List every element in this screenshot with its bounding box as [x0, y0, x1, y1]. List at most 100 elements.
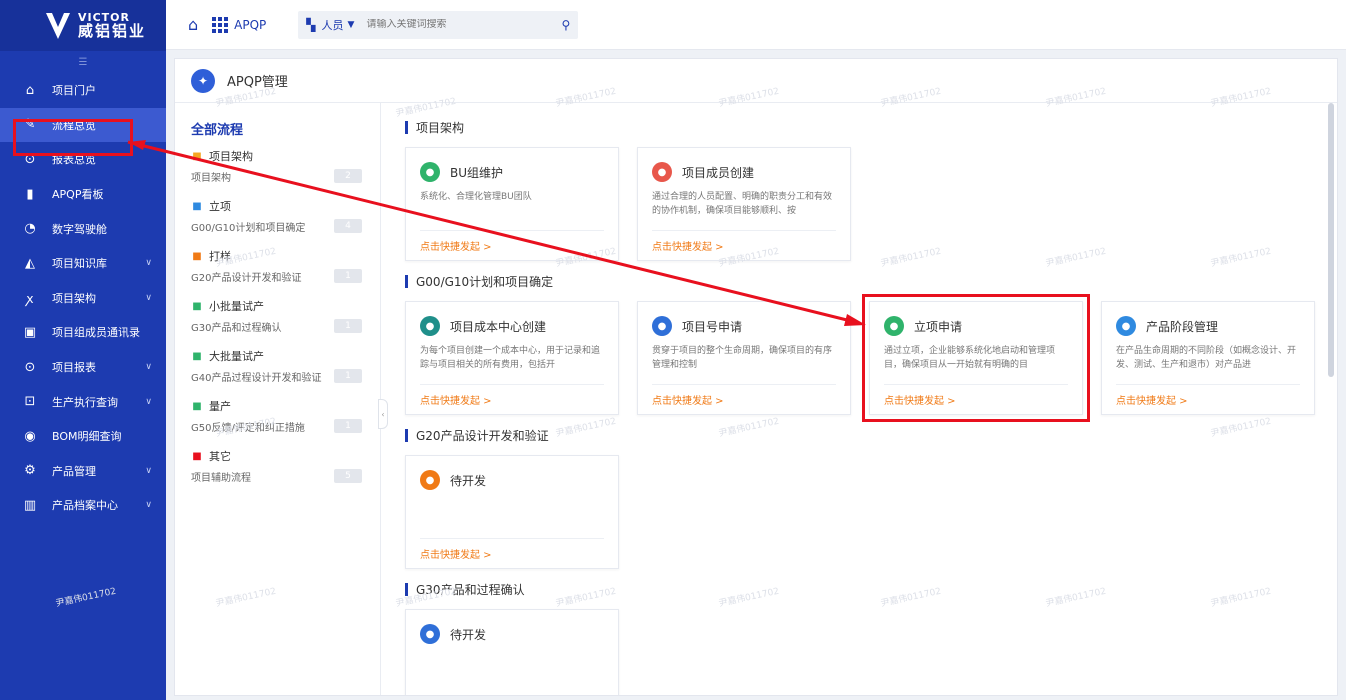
flow-category[interactable]: ■ 项目架构 项目架构 2 [191, 146, 380, 186]
flow-card[interactable]: ● 产品阶段管理 在产品生命周期的不同阶段（如概念设计、开发、测试、生产和退市）对产… [1101, 301, 1315, 415]
sidebar-item-label: 项目门户 [52, 84, 96, 98]
flow-card[interactable]: ● 项目成员创建 通过合理的人员配置、明确的职责分工和有效的协作机制，确保项目能够顺… [637, 147, 851, 261]
sidebar-item-8[interactable]: ⊙ 项目报表 ∨ [0, 350, 166, 385]
sidebar-item-1[interactable]: ✎ 流程总览 [0, 107, 166, 143]
flow-card[interactable]: ● 项目号申请 贯穿于项目的整个生命周期，确保项目的有序管理和控制 点击快捷发起 > [637, 301, 851, 415]
category-count-badge: 4 [334, 219, 362, 233]
category-stage: G40产品过程设计开发和验证 [191, 372, 322, 384]
sidebar-item-5[interactable]: ◭ 项目知识库 ∨ [0, 246, 166, 281]
flow-card[interactable]: ● 待开发 点击快捷发起 > [405, 455, 619, 569]
sidebar-item-0[interactable]: ⌂ 项目门户 [0, 73, 166, 108]
flow-section: G20产品设计开发和验证 ● 待开发 点击快捷发起 > [405, 425, 1327, 569]
sidebar-item-label: 产品管理 [52, 464, 96, 478]
sidebar-collapse-icon[interactable]: ☰ [0, 51, 166, 73]
archive-icon: ▥ [23, 497, 37, 513]
flow-card[interactable]: ● 立项申请 通过立项，企业能够系统化地启动和管理项目，确保项目从一开始就有明确的目… [862, 294, 1090, 422]
all-flows-link[interactable]: 全部流程 [191, 119, 380, 138]
flow-card[interactable]: ● 项目成本中心创建 为每个项目创建一个成本中心，用于记录和追踪与项目相关的所有费用… [405, 301, 619, 415]
section-title: 项目架构 [405, 117, 1327, 137]
bar-chart-icon: ▮ [26, 186, 34, 202]
quick-start-link[interactable]: 点击快捷发起 > [652, 384, 836, 414]
production-check-icon: ■ [192, 400, 202, 412]
sidebar-item-label: 生产执行查询 [52, 395, 118, 409]
flow-category[interactable]: ■ 打样 G20产品设计开发和验证 1 [191, 246, 380, 286]
content-scrollbar[interactable] [1328, 103, 1334, 377]
sidebar-item-11[interactable]: ⚙ 产品管理 ∨ [0, 454, 166, 489]
flow-category[interactable]: ■ 立项 G00/G10计划和项目确定 4 [191, 196, 380, 236]
flow-category[interactable]: ■ 小批量试产 G30产品和过程确认 1 [191, 296, 380, 336]
chevron-down-icon[interactable]: ▼ [348, 20, 355, 30]
page-title: APQP管理 [227, 75, 288, 90]
sidebar-item-3[interactable]: ▮ APQP看板 [0, 177, 166, 212]
chevron-down-icon[interactable]: ∨ [145, 293, 152, 303]
search-icon[interactable]: ⚲ [562, 18, 571, 32]
category-name: 打样 [209, 250, 231, 263]
sidebar-item-label: 项目报表 [52, 361, 96, 375]
sidebar-item-7[interactable]: ▣ 项目组成员通讯录 [0, 315, 166, 350]
flow-section: G00/G10计划和项目确定 ● 项目成本中心创建 为每个项目创建一个成本中心，用于记… [405, 271, 1327, 422]
section-title: G20产品设计开发和验证 [405, 425, 1327, 445]
quick-start-link[interactable]: 点击快捷发起 > [884, 384, 1068, 414]
chevron-down-icon[interactable]: ∨ [145, 500, 152, 510]
quick-start-link[interactable]: 点击快捷发起 > [420, 230, 604, 260]
category-stage: G00/G10计划和项目确定 [191, 222, 306, 234]
search-input[interactable] [366, 19, 517, 30]
card-title: 待开发 [450, 627, 487, 642]
sidebar-item-9[interactable]: ⊡ 生产执行查询 ∨ [0, 384, 166, 419]
search-report-icon: ⊙ [24, 151, 36, 167]
category-stage: 项目架构 [191, 172, 231, 184]
sidebar-item-12[interactable]: ▥ 产品档案中心 ∨ [0, 488, 166, 523]
mass-trial-icon: ■ [192, 350, 202, 362]
category-name: 立项 [209, 200, 231, 213]
flow-category[interactable]: ■ 量产 G50反馈/评定和纠正措施 1 [191, 396, 380, 436]
category-count-badge: 1 [334, 319, 362, 333]
production-icon: ⊡ [24, 394, 36, 410]
global-search: ▚ 人员 ▼ ⚲ [298, 10, 579, 39]
category-count-badge: 1 [334, 369, 362, 383]
app-grid-icon[interactable] [212, 16, 229, 33]
sample-icon: ■ [192, 250, 202, 262]
card-title: 产品阶段管理 [1146, 319, 1219, 334]
sidebar-nav: ⌂ 项目门户 ✎ 流程总览 ⊙ 报表总览 ▮ APQP看板 ◔ 数字驾驶舱 ◭ 项目知识库 ∨ ꭗ 项目架构… [0, 73, 166, 523]
home-icon[interactable]: ⌂ [188, 15, 198, 34]
top-bar: ⌂ APQP ▚ 人员 ▼ ⚲ [166, 0, 1346, 50]
card-title: BU组维护 [450, 165, 504, 180]
team-icon: ● [652, 162, 672, 182]
brand-logo[interactable]: VICTOR 威铝铝业 [0, 0, 166, 51]
flow-section: 项目架构 ● BU组维护 系统化、合理化管理BU团队 点击快捷发起 > ● 项目成员创建 通过… [405, 117, 1327, 261]
flow-category[interactable]: ■ 大批量试产 G40产品过程设计开发和验证 1 [191, 346, 380, 386]
org-icon: ■ [192, 150, 202, 162]
bom-icon: ◉ [24, 428, 36, 444]
chevron-down-icon[interactable]: ∨ [145, 397, 152, 407]
app-name[interactable]: APQP [234, 18, 266, 32]
link-icon: ● [652, 316, 672, 336]
sidebar-item-10[interactable]: ◉ BOM明细查询 [0, 419, 166, 454]
quick-start-link[interactable]: 点击快捷发起 > [652, 230, 836, 260]
category-count-badge: 1 [334, 269, 362, 283]
category-name: 量产 [209, 400, 231, 413]
card-description: 为每个项目创建一个成本中心，用于记录和追踪与项目相关的所有费用，包括开 [420, 346, 601, 370]
sidebar-item-6[interactable]: ꭗ 项目架构 ∨ [0, 281, 166, 316]
chevron-down-icon[interactable]: ∨ [145, 258, 152, 268]
sidebar-item-label: 项目组成员通讯录 [52, 326, 140, 340]
chevron-down-icon[interactable]: ∨ [145, 466, 152, 476]
quick-start-link[interactable]: 点击快捷发起 > [420, 538, 604, 568]
card-description: 通过立项，企业能够系统化地启动和管理项目，确保项目从一开始就有明确的目 [884, 346, 1056, 370]
flow-card[interactable]: ● BU组维护 系统化、合理化管理BU团队 点击快捷发起 > [405, 147, 619, 261]
more-icon: ■ [192, 450, 202, 462]
quick-start-link[interactable]: 点击快捷发起 > [1116, 384, 1300, 414]
category-count-badge: 1 [334, 419, 362, 433]
quick-start-link[interactable]: 点击快捷发起 > [420, 384, 604, 414]
main-header: ✦ APQP管理 [175, 59, 1337, 103]
flow-category[interactable]: ■ 其它 项目辅助流程 5 [191, 446, 380, 486]
landscape-icon: ● [420, 162, 440, 182]
search-scope-select[interactable]: 人员 [322, 17, 344, 33]
flow-card[interactable]: ● 待开发 [405, 609, 619, 695]
sidebar-item-2[interactable]: ⊙ 报表总览 [0, 142, 166, 177]
flow-section: G30产品和过程确认 ● 待开发 [405, 579, 1327, 695]
dashboard-icon: ◔ [24, 221, 36, 237]
main-panel: ✦ APQP管理 全部流程 ■ 项目架构 项目架构 2 ■ 立项 G00/G10计划和项目确… [174, 58, 1338, 696]
sidebar-item-4[interactable]: ◔ 数字驾驶舱 [0, 211, 166, 246]
contacts-icon: ▣ [23, 324, 37, 340]
chevron-down-icon[interactable]: ∨ [145, 362, 152, 372]
